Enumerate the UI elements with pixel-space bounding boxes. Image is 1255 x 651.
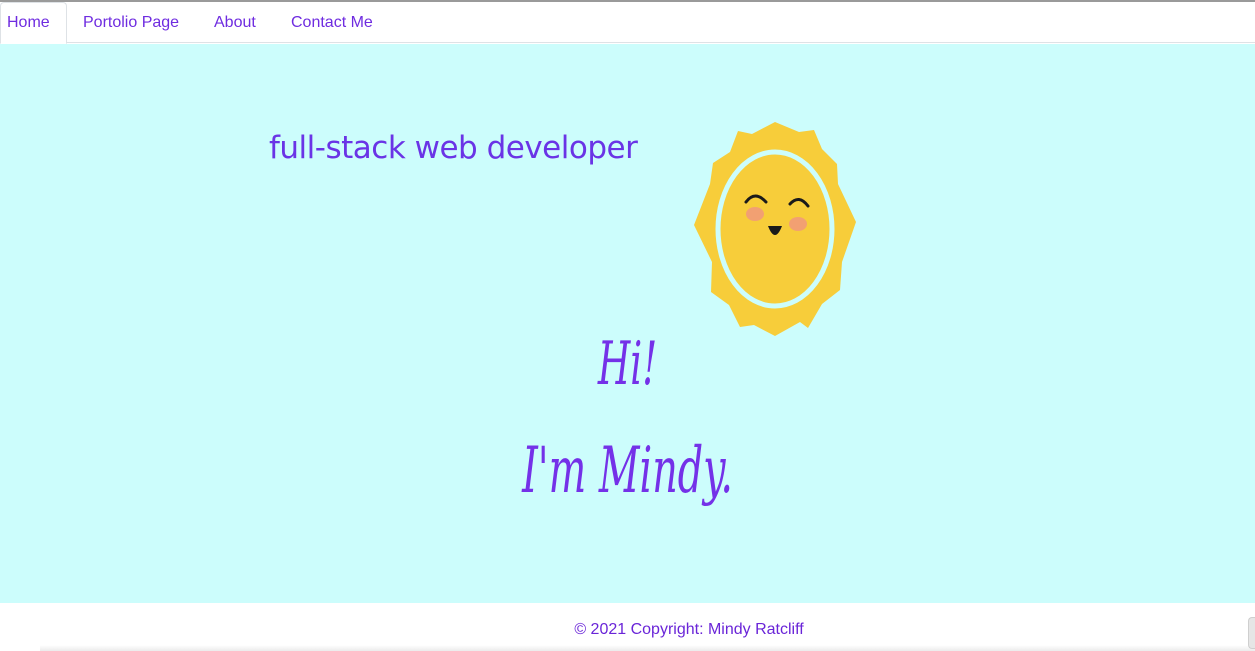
greeting-hi: Hi! [597, 329, 658, 399]
smiling-sun-icon [694, 122, 856, 336]
left-cheek [746, 207, 764, 221]
hero-section: full-stack web developer Hi! I'm Mindy. [0, 44, 1255, 603]
tab-contact[interactable]: Contact Me [291, 2, 373, 43]
tab-home[interactable]: Home [0, 2, 67, 44]
scrollbar-handle[interactable] [1248, 617, 1255, 649]
footer: © 2021 Copyright: Mindy Ratcliff [0, 603, 1255, 651]
tagline: full-stack web developer [269, 130, 638, 166]
footer-shadow [40, 645, 1255, 651]
right-cheek [789, 217, 807, 231]
footer-copyright: © 2021 Copyright: Mindy Ratcliff [574, 621, 804, 638]
tab-portfolio[interactable]: Portolio Page [83, 2, 179, 43]
greeting-name: I'm Mindy. [522, 434, 733, 508]
tab-about[interactable]: About [214, 2, 256, 43]
nav-tabs: Home Portolio Page About Contact Me [0, 2, 1255, 44]
